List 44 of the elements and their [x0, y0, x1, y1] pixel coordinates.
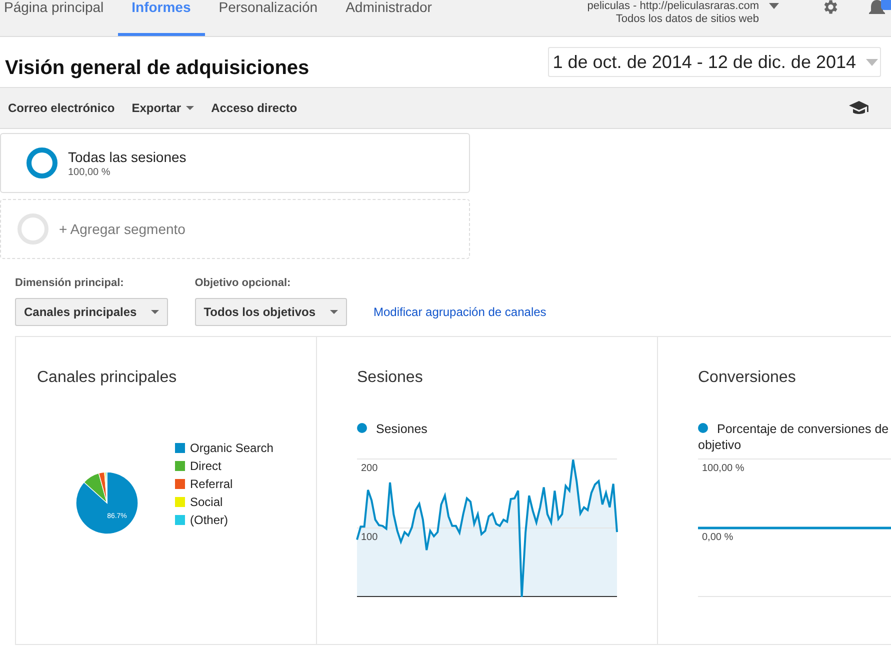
legend-label: Sesiones [375, 421, 428, 437]
nav-tab[interactable]: Personalización [204, 0, 332, 36]
toolbar-link[interactable]: Acceso directo [211, 101, 298, 115]
account-property[interactable]: peliculas - http://peliculasraras.com [587, 0, 759, 13]
caret-icon [330, 310, 338, 314]
graduation-cap-icon[interactable] [849, 101, 869, 115]
legend-label: Porcentaje de conversiones de objetivo [698, 421, 890, 453]
page-title: Visión general de adquisiciones [5, 56, 310, 80]
dimension-dropdown[interactable]: Canales principales [15, 298, 168, 326]
panel-title: Sesiones [357, 369, 424, 387]
axis-tick-label: 0,00 % [702, 532, 734, 543]
date-range-picker[interactable]: 1 de oct. de 2014 - 12 de dic. de 2014 [548, 47, 881, 77]
add-segment-label: + Agregar segmento [59, 221, 186, 237]
axis-tick-label: 100,00 % [702, 463, 744, 474]
goal-dropdown[interactable]: Todos los objetivos [194, 298, 347, 326]
caret-icon [866, 58, 878, 66]
segment-share: 100,00 % [68, 166, 112, 178]
edit-channel-grouping-link[interactable]: Modificar agrupación de canales [374, 305, 546, 319]
segment-name: Todas las sesiones [68, 148, 186, 164]
legend-label: Organic Search [190, 441, 274, 455]
axis-tick-label: 200 [361, 463, 378, 474]
legend-label: Referral [190, 477, 233, 491]
nav-tab[interactable]: Página principal [0, 0, 118, 36]
legend-label: Social [190, 495, 223, 509]
pie-chart-drawing [76, 472, 138, 534]
toolbar-link[interactable]: Correo electrónico [8, 101, 115, 115]
caret-icon [186, 106, 194, 110]
caret-icon [150, 310, 159, 314]
legend-label: Direct [190, 459, 222, 473]
nav-tab[interactable]: Administrador [332, 0, 446, 36]
field-label: Objetivo opcional: [194, 277, 292, 289]
panel-title: Conversiones [698, 369, 797, 387]
add-segment-card[interactable]: + Agregar segmento [0, 199, 470, 259]
field-label: Dimensión principal: [15, 277, 125, 289]
notification-bell-icon[interactable] [867, 0, 887, 16]
segment-card[interactable]: Todas las sesiones 100,00 % [0, 133, 470, 193]
caret-icon[interactable] [769, 3, 779, 9]
panel-title: Canales principales [37, 369, 178, 387]
toolbar-menu[interactable]: Exportar [132, 101, 194, 115]
ring-icon [17, 213, 49, 245]
legend-label: (Other) [190, 513, 228, 527]
account-view: Todos los datos de sitios web [614, 13, 759, 26]
axis-tick-label: 100 [361, 532, 378, 543]
ring-icon [26, 147, 58, 179]
